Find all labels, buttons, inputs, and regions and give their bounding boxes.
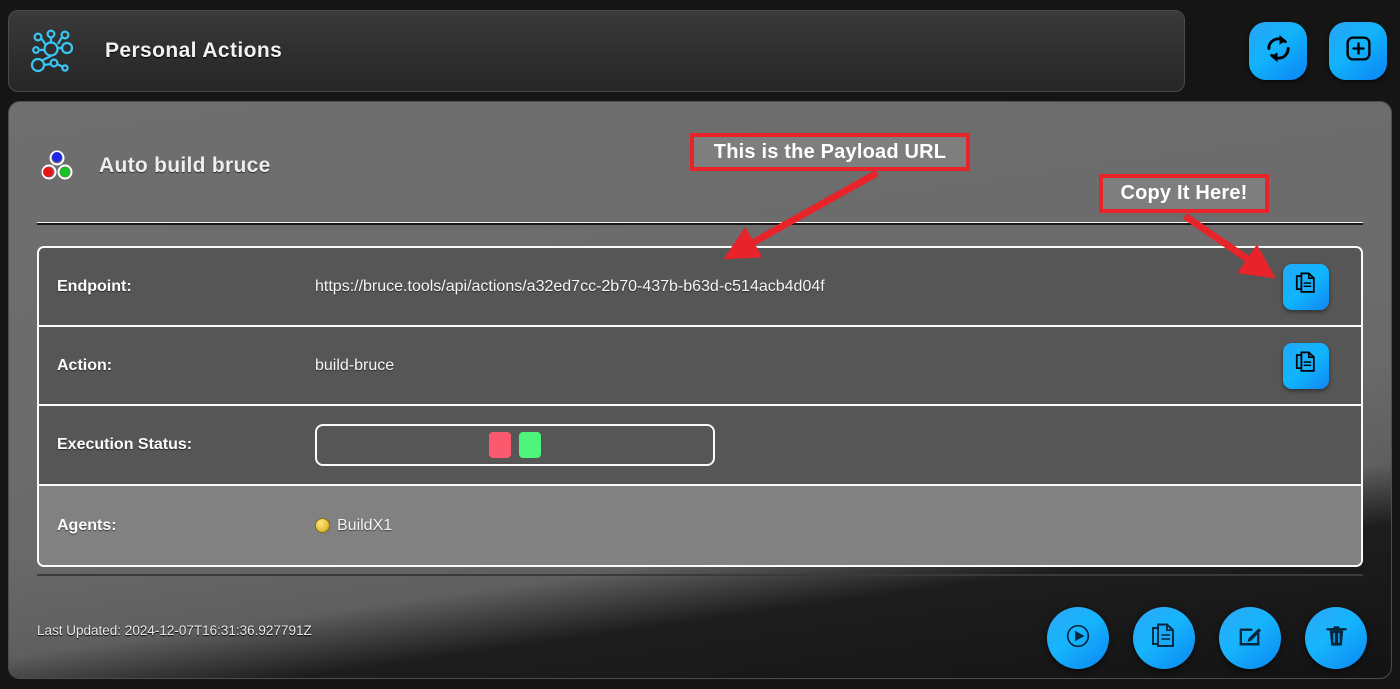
app-root: Personal Actions Auto build bruce Endpoi… bbox=[0, 0, 1400, 689]
action-details-table: Endpoint: https://bruce.tools/api/action… bbox=[37, 246, 1363, 567]
refresh-sync-icon bbox=[1263, 33, 1294, 69]
row-label-endpoint: Endpoint: bbox=[57, 277, 132, 295]
row-label-action: Action: bbox=[57, 356, 113, 374]
footer-divider bbox=[37, 574, 1363, 576]
header-actions bbox=[1249, 22, 1387, 80]
agents-value: BuildX1 bbox=[315, 517, 1361, 535]
header-divider bbox=[37, 222, 1363, 225]
plus-square-icon bbox=[1344, 34, 1373, 68]
add-button[interactable] bbox=[1329, 22, 1387, 80]
execution-status-box bbox=[315, 424, 715, 466]
endpoint-url-value: https://bruce.tools/api/actions/a32ed7cc… bbox=[315, 277, 825, 295]
annotation-payload-url: This is the Payload URL bbox=[690, 133, 970, 171]
row-label-agents: Agents: bbox=[57, 516, 117, 534]
action-slug-value: build-bruce bbox=[315, 356, 395, 374]
header-bar: Personal Actions bbox=[8, 10, 1185, 92]
status-chip-failed[interactable] bbox=[489, 432, 511, 458]
action-name: Auto build bruce bbox=[99, 154, 271, 177]
last-updated-timestamp: Last Updated: 2024-12-07T16:31:36.927791… bbox=[37, 623, 312, 638]
edit-button[interactable] bbox=[1219, 607, 1281, 669]
table-row: Action: build-bruce bbox=[39, 327, 1361, 406]
agent-name: BuildX1 bbox=[337, 516, 393, 534]
network-graph-icon bbox=[25, 25, 77, 77]
agent-badge-icon bbox=[315, 518, 330, 533]
row-label-execution-status: Execution Status: bbox=[57, 436, 193, 453]
copy-endpoint-button[interactable] bbox=[1283, 263, 1329, 310]
footer-actions bbox=[1047, 607, 1367, 669]
page-title: Personal Actions bbox=[105, 39, 283, 62]
run-button[interactable] bbox=[1047, 607, 1109, 669]
play-circle-icon bbox=[1063, 621, 1093, 656]
delete-button[interactable] bbox=[1305, 607, 1367, 669]
copy-action-button[interactable] bbox=[1283, 342, 1329, 389]
trash-delete-icon bbox=[1323, 622, 1350, 654]
three-colored-nodes-icon bbox=[37, 146, 77, 186]
annotation-copy-here: Copy It Here! bbox=[1099, 174, 1269, 213]
status-chip-success[interactable] bbox=[519, 432, 541, 458]
table-row: Execution Status: bbox=[39, 406, 1361, 486]
copy-document-icon bbox=[1150, 622, 1178, 655]
table-row: Endpoint: https://bruce.tools/api/action… bbox=[39, 248, 1361, 327]
refresh-button[interactable] bbox=[1249, 22, 1307, 80]
table-row: Agents: BuildX1 bbox=[39, 486, 1361, 565]
copy-document-icon bbox=[1294, 272, 1318, 301]
copy-document-icon bbox=[1294, 351, 1318, 380]
pencil-edit-icon bbox=[1236, 621, 1265, 655]
list-item[interactable]: BuildX1 bbox=[315, 517, 1361, 535]
duplicate-button[interactable] bbox=[1133, 607, 1195, 669]
